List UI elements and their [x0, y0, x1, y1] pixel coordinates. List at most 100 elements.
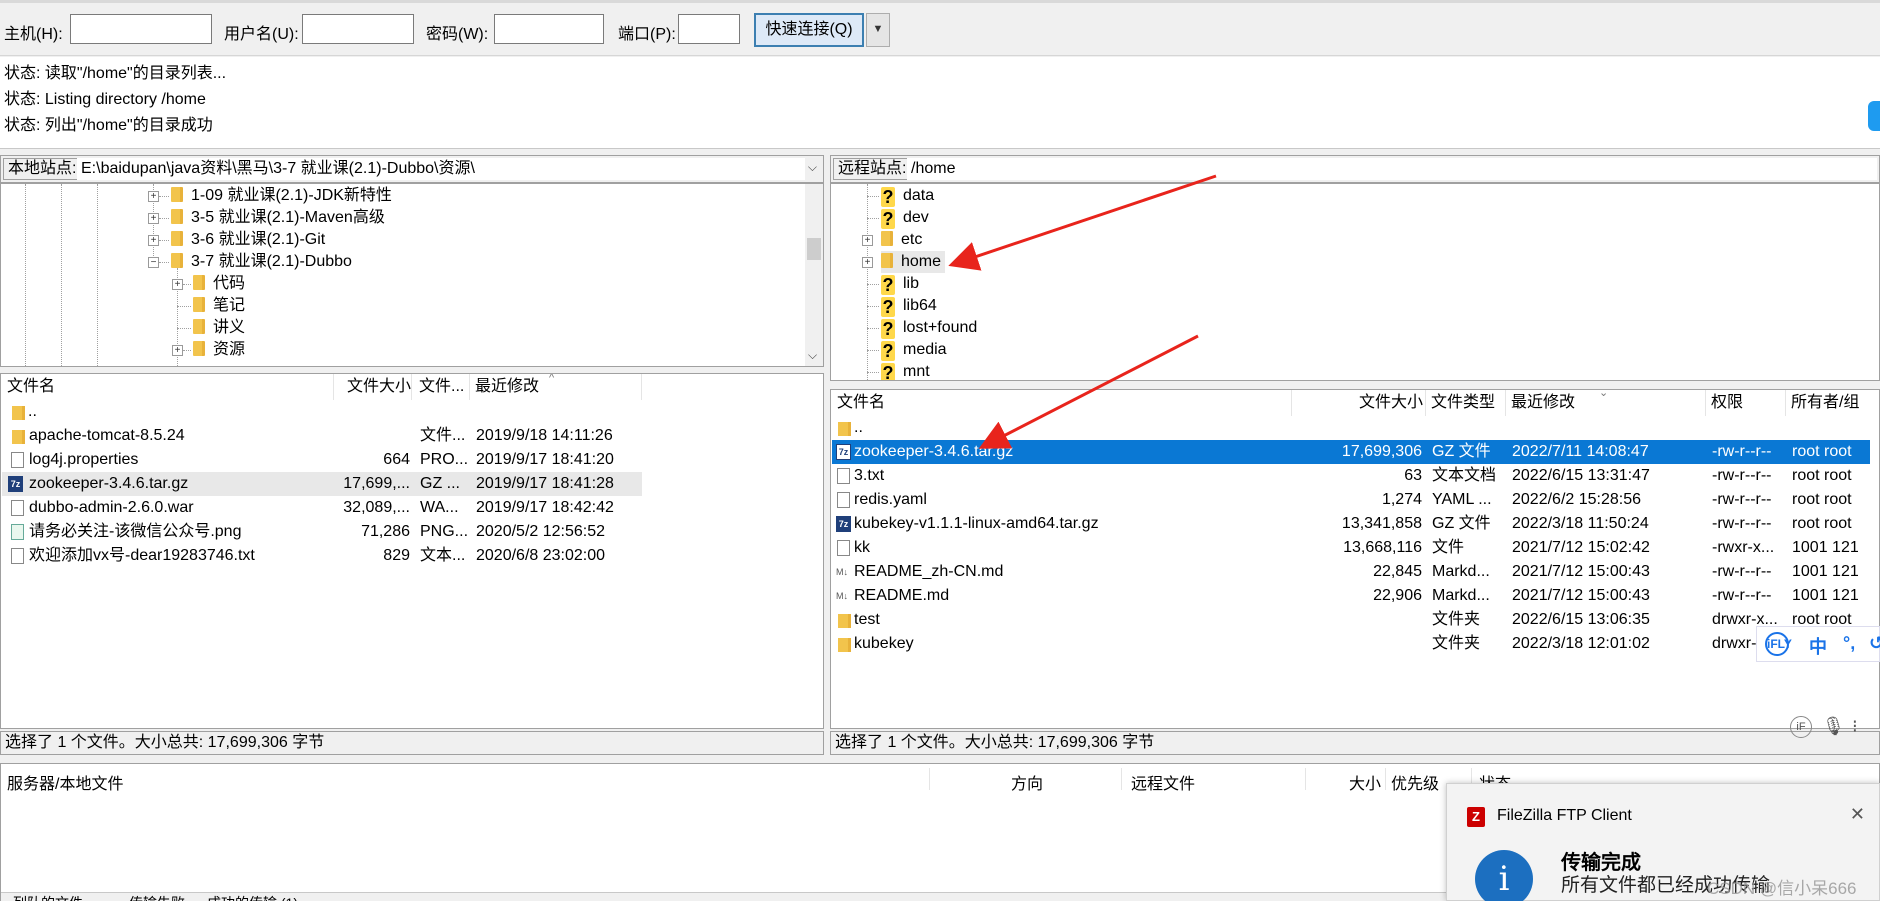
log-line: 状态: 列出"/home"的目录成功 — [4, 117, 213, 134]
tab-queued-files[interactable]: 列队的文件 — [13, 893, 83, 901]
tree-node[interactable]: ? dev — [881, 207, 929, 229]
tree-node[interactable]: 3-5 就业课(2.1)-Maven高级 — [171, 207, 385, 229]
chevron-down-icon[interactable]: ⌵ — [808, 160, 817, 175]
chevron-down-icon[interactable]: ▼ — [866, 13, 890, 47]
tree-node-selected[interactable]: home — [881, 251, 946, 273]
iflytek-icon[interactable]: iFLY — [1765, 632, 1792, 656]
tree-node[interactable]: etc — [881, 229, 922, 251]
queue-col-remote[interactable]: 远程文件 — [1131, 770, 1195, 794]
queue-col-local[interactable]: 服务器/本地文件 — [7, 770, 123, 794]
tab-failed-transfers[interactable]: 传输失败 — [129, 893, 185, 901]
tree-node[interactable]: 资源 — [193, 339, 245, 361]
tree-node[interactable]: ? lib64 — [881, 295, 937, 317]
column-header-modified[interactable]: 最近修改 — [475, 374, 539, 400]
side-widget-tab[interactable] — [1868, 101, 1880, 131]
file-row[interactable]: apache-tomcat-8.5.24 文件... 2019/9/18 14:… — [2, 424, 822, 448]
file-row-selected[interactable]: 7z zookeeper-3.4.6.tar.gz 17,699,306 GZ … — [832, 440, 1870, 464]
local-site-label: 本地站点: — [3, 158, 82, 180]
quickconnect-button[interactable]: 快速连接(Q) — [754, 13, 864, 47]
tree-node[interactable]: ? media — [881, 339, 947, 361]
tree-node[interactable]: 笔记 — [193, 295, 245, 317]
host-input[interactable] — [70, 14, 212, 44]
file-row[interactable]: M↓ README.md 22,906 Markd... 2021/7/12 1… — [832, 584, 1876, 608]
folder-icon — [881, 231, 893, 246]
file-row[interactable]: .. — [832, 416, 1876, 440]
file-row[interactable]: 7z kubekey-v1.1.1-linux-amd64.tar.gz 13,… — [832, 512, 1876, 536]
more-icon[interactable]: ↺ — [1869, 633, 1880, 654]
folder-icon — [12, 406, 25, 420]
tree-node[interactable]: 3-7 就业课(2.1)-Dubbo — [171, 251, 352, 273]
unknown-folder-icon: ? — [881, 187, 895, 207]
user-label: 用户名(U): — [224, 26, 299, 43]
column-header-name[interactable]: 文件名 — [837, 390, 885, 416]
queue-col-direction[interactable]: 方向 — [1011, 770, 1043, 794]
folder-icon — [193, 297, 205, 312]
username-input[interactable] — [302, 14, 414, 44]
column-header-name[interactable]: 文件名 — [7, 374, 55, 400]
local-site-bar: 本地站点: E:\baidupan\java资料\黑马\3-7 就业课(2.1)… — [0, 155, 824, 183]
file-row[interactable]: 请务必关注-该微信公众号.png 71,286 PNG... 2020/5/2 … — [2, 520, 822, 544]
collapse-icon[interactable]: − — [148, 257, 159, 268]
column-header-modified[interactable]: 最近修改 — [1511, 390, 1575, 416]
expand-icon[interactable]: + — [172, 279, 183, 290]
chevron-down-icon[interactable]: ⌵ — [808, 348, 817, 363]
file-row[interactable]: kk 13,668,116 文件 2021/7/12 15:02:42 -rwx… — [832, 536, 1876, 560]
expand-icon[interactable]: + — [148, 235, 159, 246]
file-row[interactable]: 3.txt 63 文本文档 2022/6/15 13:31:47 -rw-r--… — [832, 464, 1876, 488]
tree-node[interactable]: ? lib — [881, 273, 919, 295]
tree-node[interactable]: 3-6 就业课(2.1)-Git — [171, 229, 325, 251]
iflytek-small-icon[interactable]: iF — [1790, 716, 1812, 738]
punctuation-icon[interactable]: °, — [1843, 633, 1855, 654]
tree-node[interactable]: ? data — [881, 185, 934, 207]
file-row[interactable]: log4j.properties 664 PRO... 2019/9/17 18… — [2, 448, 822, 472]
column-header-permissions[interactable]: 权限 — [1711, 390, 1743, 416]
expand-icon[interactable]: + — [862, 257, 873, 268]
scrollbar-thumb[interactable] — [807, 238, 821, 260]
ime-mode-chinese[interactable]: 中 — [1809, 633, 1827, 659]
port-input[interactable] — [678, 14, 740, 44]
local-path-input[interactable]: E:\baidupan\java资料\黑马\3-7 就业课(2.1)-Dubbo… — [77, 158, 805, 180]
microphone-icon[interactable]: 🎙 — [1822, 716, 1845, 737]
expand-icon[interactable]: + — [172, 345, 183, 356]
tree-node[interactable]: 1-09 就业课(2.1)-JDK新特性 — [171, 185, 392, 207]
message-log: 状态: 读取"/home"的目录列表... 状态: Listing direct… — [0, 57, 1880, 149]
tree-node[interactable]: 讲义 — [193, 317, 245, 339]
file-row[interactable]: .. — [2, 400, 822, 424]
file-row[interactable]: test 文件夹 2022/6/15 13:06:35 drwxr-x... r… — [832, 608, 1876, 632]
toolbar-edge — [0, 0, 1880, 3]
file-row[interactable]: redis.yaml 1,274 YAML ... 2022/6/2 15:28… — [832, 488, 1876, 512]
column-header-type[interactable]: 文件... — [419, 374, 464, 400]
folder-icon — [838, 638, 851, 652]
expand-icon[interactable]: + — [148, 191, 159, 202]
ime-toolbar[interactable]: iFLY 中 °, ↺ — [1756, 626, 1880, 662]
chevron-down-icon[interactable]: ⁝ — [1852, 716, 1858, 737]
file-row[interactable]: dubbo-admin-2.6.0.war 32,089,... WA... 2… — [2, 496, 822, 520]
tab-successful-transfers[interactable]: 成功的传输 (1) — [207, 893, 298, 901]
remote-status-text: 选择了 1 个文件。大小总共: 17,699,306 字节 — [830, 731, 1880, 755]
file-row[interactable]: M↓ README_zh-CN.md 22,845 Markd... 2021/… — [832, 560, 1876, 584]
scrollbar[interactable]: ⌵ — [805, 184, 823, 366]
queue-col-size[interactable]: 大小 — [1349, 770, 1381, 794]
folder-icon — [193, 275, 205, 290]
unknown-folder-icon: ? — [881, 319, 895, 339]
tree-node[interactable]: ? mnt — [881, 361, 930, 380]
file-row[interactable]: 欢迎添加vx号-dear19283746.txt 829 文本... 2020/… — [2, 544, 822, 568]
column-header-size[interactable]: 文件大小 — [347, 374, 411, 400]
tree-node[interactable]: ? lost+found — [881, 317, 977, 339]
transfer-complete-notification[interactable]: Z FileZilla FTP Client ✕ i 传输完成 所有文件都已经成… — [1446, 783, 1880, 901]
queue-col-priority[interactable]: 优先级 — [1391, 770, 1439, 794]
expand-icon[interactable]: + — [862, 235, 873, 246]
tree-node[interactable]: 代码 — [193, 273, 245, 295]
folder-icon — [171, 187, 183, 202]
column-header-type[interactable]: 文件类型 — [1431, 390, 1495, 416]
image-file-icon — [11, 524, 24, 540]
markdown-file-icon: M↓ — [836, 564, 849, 580]
column-header-owner[interactable]: 所有者/组 — [1791, 390, 1859, 416]
close-icon[interactable]: ✕ — [1850, 804, 1865, 825]
expand-icon[interactable]: + — [148, 213, 159, 224]
file-row-highlighted[interactable]: 7z zookeeper-3.4.6.tar.gz 17,699,... GZ … — [2, 472, 642, 496]
remote-path-input[interactable]: /home — [907, 158, 1877, 180]
password-input[interactable] — [494, 14, 604, 44]
column-header-size[interactable]: 文件大小 — [1359, 390, 1423, 416]
file-row[interactable]: kubekey 文件夹 2022/3/18 12:01:02 drwxr-... — [832, 632, 1876, 656]
